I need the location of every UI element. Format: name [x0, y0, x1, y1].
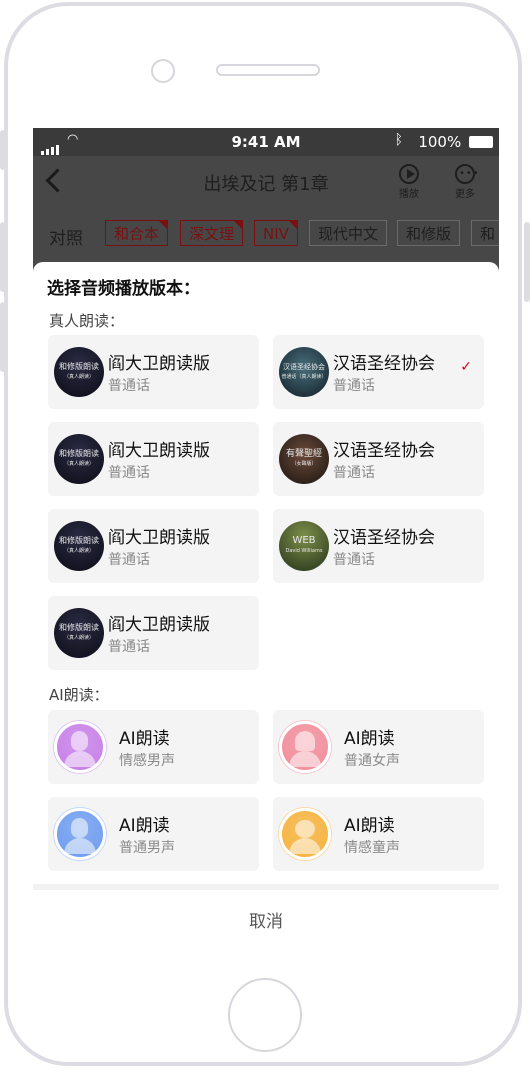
option-title: 阎大卫朗读版	[108, 354, 210, 374]
ai-voice-option-card[interactable]: AI朗读 情感男声	[48, 710, 259, 784]
human-section-label: 真人朗读：	[49, 312, 125, 330]
ai-voice-option-card[interactable]: AI朗读 普通男声	[48, 797, 259, 871]
option-title: AI朗读	[119, 816, 170, 836]
play-button[interactable]: 播放	[399, 164, 419, 200]
voice-option-card[interactable]: 和修版朗读 （真人朗读） 阎大卫朗读版 普通话	[48, 422, 259, 496]
power-button	[524, 222, 530, 302]
mute-switch	[0, 130, 6, 170]
option-subtitle: 普通男声	[119, 840, 175, 856]
earpiece-speaker	[216, 64, 320, 76]
option-subtitle: 普通话	[333, 378, 375, 394]
reader-avatar: 和修版朗读 （真人朗读）	[54, 521, 104, 571]
ai-voice-avatar-icon	[279, 721, 331, 773]
bluetooth-icon: ᛒ	[394, 132, 403, 148]
status-bar: ◠ 9:41 AM ᛒ 100%	[33, 128, 499, 156]
reader-avatar: 和修版朗读 （真人朗读）	[54, 347, 104, 397]
play-icon	[399, 164, 419, 184]
voice-option-card[interactable]: 汉语圣经协会 普通话（真人朗读） 汉语圣经协会 普通话 ✓	[273, 335, 484, 409]
option-subtitle: 情感男声	[119, 753, 175, 769]
cancel-button[interactable]: 取消	[33, 890, 499, 954]
home-button[interactable]	[228, 978, 302, 1052]
option-title: 汉语圣经协会	[333, 354, 435, 374]
option-subtitle: 普通话	[108, 378, 150, 394]
option-title: AI朗读	[344, 729, 395, 749]
front-camera	[151, 59, 175, 83]
play-label: 播放	[399, 189, 419, 200]
compare-label[interactable]: 对照	[49, 224, 83, 249]
option-subtitle: 情感童声	[344, 840, 400, 856]
ai-voice-option-card[interactable]: AI朗读 情感童声	[273, 797, 484, 871]
voice-option-card[interactable]: 有聲聖經 （女聲版） 汉语圣经协会 普通话	[273, 422, 484, 496]
tab-version[interactable]: 和修版	[397, 220, 461, 246]
more-label: 更多	[455, 189, 475, 200]
option-title: AI朗读	[119, 729, 170, 749]
ai-voice-option-card[interactable]: AI朗读 普通女声	[273, 710, 484, 784]
tab-version[interactable]: 和	[471, 220, 499, 246]
voice-option-card[interactable]: WEB David Williams 汉语圣经协会 普通话	[273, 509, 484, 583]
battery-indicator: 100%	[418, 133, 493, 151]
reader-avatar: 和修版朗读 （真人朗读）	[54, 608, 104, 658]
option-subtitle: 普通话	[108, 552, 150, 568]
ai-voice-avatar-icon	[54, 808, 106, 860]
option-title: 汉语圣经协会	[333, 441, 435, 461]
option-subtitle: 普通话	[333, 465, 375, 481]
option-title: 汉语圣经协会	[333, 528, 435, 548]
ai-voice-avatar-icon	[279, 808, 331, 860]
volume-down-button	[0, 302, 6, 372]
nav-bar: 出埃及记 第1章 播放 ••• 更多	[33, 156, 499, 210]
tab-version[interactable]: 深文理	[180, 220, 244, 246]
audio-version-sheet: 选择音频播放版本： 真人朗读： 和修版朗读 （真人朗读） 阎大卫朗读版 普通话 汉…	[33, 262, 499, 954]
reader-avatar: 和修版朗读 （真人朗读）	[54, 434, 104, 484]
battery-icon	[469, 136, 493, 148]
sheet-title: 选择音频播放版本：	[47, 279, 200, 299]
reader-avatar: 汉语圣经协会 普通话（真人朗读）	[279, 347, 329, 397]
option-title: 阎大卫朗读版	[108, 441, 210, 461]
option-title: 阎大卫朗读版	[108, 615, 210, 635]
ai-voice-avatar-icon	[54, 721, 106, 773]
option-subtitle: 普通话	[108, 465, 150, 481]
tab-version[interactable]: 和合本	[105, 220, 169, 246]
ai-section-label: AI朗读：	[49, 686, 109, 704]
option-title: 阎大卫朗读版	[108, 528, 210, 548]
option-subtitle: 普通女声	[344, 753, 400, 769]
volume-up-button	[0, 222, 6, 292]
more-icon: •••	[455, 164, 479, 184]
screen: ◠ 9:41 AM ᛒ 100% 出埃及记 第1章 播放 ••• 更多 对照 和…	[33, 128, 499, 954]
option-title: AI朗读	[344, 816, 395, 836]
version-tabs: 对照 和合本 深文理 NIV 现代中文 和修版 和	[33, 210, 499, 260]
reader-avatar: 有聲聖經 （女聲版）	[279, 434, 329, 484]
voice-option-card[interactable]: 和修版朗读 （真人朗读） 阎大卫朗读版 普通话	[48, 509, 259, 583]
voice-option-card[interactable]: 和修版朗读 （真人朗读） 阎大卫朗读版 普通话	[48, 596, 259, 670]
page-title: 出埃及记 第1章	[203, 174, 329, 195]
reader-avatar: WEB David Williams	[279, 521, 329, 571]
option-subtitle: 普通话	[108, 639, 150, 655]
tab-version[interactable]: NIV	[254, 220, 298, 246]
voice-option-card[interactable]: 和修版朗读 （真人朗读） 阎大卫朗读版 普通话	[48, 335, 259, 409]
tab-version[interactable]: 现代中文	[309, 220, 388, 246]
more-button[interactable]: ••• 更多	[455, 164, 479, 200]
checkmark-icon: ✓	[460, 359, 472, 375]
option-subtitle: 普通话	[333, 552, 375, 568]
battery-percent: 100%	[418, 133, 462, 151]
